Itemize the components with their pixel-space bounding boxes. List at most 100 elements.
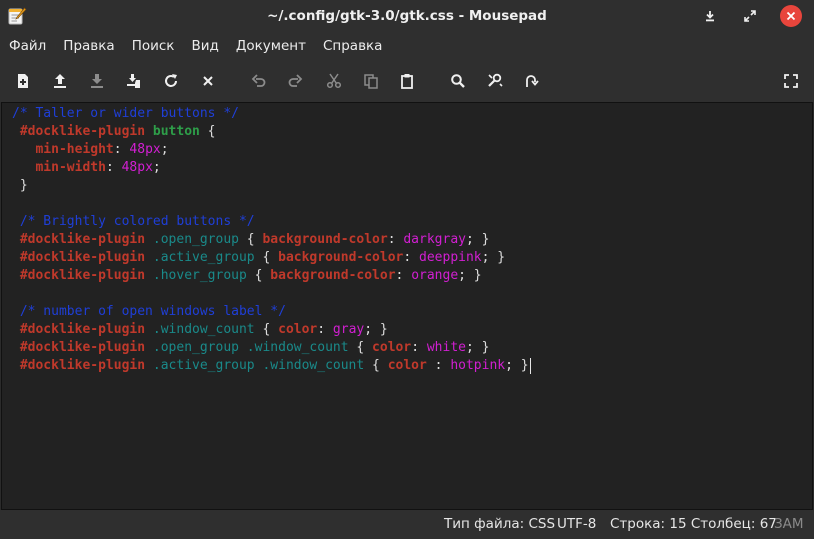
code-token-id: #docklike-plugin (19, 232, 146, 247)
code-token-val: 48px (129, 142, 161, 157)
code-token-punc: ; } (465, 232, 490, 247)
code-token-punc: { (348, 340, 373, 355)
status-insert-mode[interactable]: ЗАМ (774, 510, 804, 539)
search-icon (451, 74, 465, 88)
paste-button[interactable] (397, 71, 417, 91)
code-token-id: #docklike-plugin (19, 250, 146, 265)
code-token-id: #docklike-plugin (19, 268, 146, 283)
code-token-punc (145, 232, 153, 247)
reload-button[interactable] (161, 71, 181, 91)
code-token-punc: ; } (481, 250, 506, 265)
code-token-punc: : (105, 160, 122, 175)
code-line: #docklike-plugin .active_group .window_c… (12, 357, 531, 375)
code-line: /* number of open windows label */ (12, 303, 286, 321)
code-token-id: #docklike-plugin (19, 124, 146, 139)
maximize-button[interactable] (739, 5, 761, 27)
minimize-button[interactable] (699, 5, 721, 27)
code-token-punc: : (387, 232, 404, 247)
new-document-button[interactable] (13, 71, 33, 91)
code-token-punc (12, 358, 20, 373)
title-bar: ~/.config/gtk-3.0/gtk.css - Mousepad (0, 0, 814, 33)
code-line: /* Taller or wider buttons */ (12, 105, 239, 123)
fullscreen-button[interactable] (781, 71, 801, 91)
minimize-icon (706, 11, 714, 22)
status-bar: Тип файла: CSS UTF-8 Строка: 15 Столбец:… (0, 510, 814, 539)
code-token-punc: { (364, 358, 388, 373)
code-token-val: orange (411, 268, 459, 283)
code-token-punc: ; } (458, 268, 482, 283)
menu-view[interactable]: Вид (182, 38, 226, 54)
code-token-punc: ; (160, 142, 169, 157)
code-token-punc: { (199, 124, 216, 139)
toolbar (0, 59, 814, 102)
copy-button[interactable] (361, 71, 381, 91)
cut-button[interactable] (324, 71, 344, 91)
code-token-punc (12, 250, 20, 265)
code-line: #docklike-plugin .open_group .window_cou… (12, 339, 490, 357)
close-document-button[interactable] (198, 71, 218, 91)
text-editor[interactable]: /* Taller or wider buttons */ #docklike-… (1, 102, 813, 510)
menu-help[interactable]: Справка (314, 38, 390, 54)
code-line: } (12, 177, 28, 195)
code-token-val: gray (332, 322, 365, 337)
paste-icon (401, 74, 413, 89)
code-token-punc: ; (152, 160, 161, 175)
code-line: #docklike-plugin .open_group { backgroun… (12, 231, 490, 249)
code-line: #docklike-plugin .window_count { color: … (12, 321, 388, 339)
go-to-line-icon (526, 75, 539, 87)
code-token-punc (145, 358, 153, 373)
menu-edit[interactable]: Правка (54, 38, 122, 54)
copy-icon (364, 74, 378, 89)
save-button[interactable] (87, 71, 107, 91)
code-token-punc (12, 340, 20, 355)
code-token-punc (12, 142, 35, 157)
status-cursor-position: Строка: 15 Столбец: 67 (610, 516, 777, 532)
code-token-prop: color (387, 358, 427, 373)
code-token-punc: : (403, 250, 420, 265)
menu-file[interactable]: Файл (0, 38, 54, 54)
undo-button[interactable] (249, 71, 269, 91)
code-token-punc: { (254, 250, 279, 265)
replace-button[interactable] (485, 71, 505, 91)
maximize-icon (744, 10, 756, 22)
code-token-punc (145, 268, 153, 283)
close-window-button[interactable] (780, 5, 802, 27)
text-cursor (529, 357, 531, 374)
new-document-icon (18, 74, 28, 88)
code-token-prop: background-color (270, 268, 396, 283)
menu-document[interactable]: Документ (227, 38, 314, 54)
status-encoding[interactable]: UTF-8 (557, 510, 596, 539)
code-line: #docklike-plugin .hover_group { backgrou… (12, 267, 482, 285)
menu-bar: Файл Правка Поиск Вид Документ Справка (0, 33, 814, 59)
window-title: ~/.config/gtk-3.0/gtk.css - Mousepad (267, 8, 547, 24)
code-token-punc (145, 250, 153, 265)
code-token-punc: : (317, 322, 333, 337)
go-to-line-button[interactable] (521, 71, 541, 91)
open-file-icon (54, 74, 66, 88)
code-token-punc (12, 322, 20, 337)
code-token-class: .active_group (152, 250, 255, 265)
code-token-punc (12, 232, 20, 247)
code-token-punc (145, 322, 153, 337)
code-token-punc: : (113, 142, 130, 157)
status-filetype[interactable]: Тип файла: CSS (444, 510, 555, 539)
code-line: min-height: 48px; (12, 141, 169, 159)
code-token-punc (145, 124, 153, 139)
code-token-val: 48px (121, 160, 153, 175)
code-line: #docklike-plugin button { (12, 123, 216, 141)
redo-icon (288, 74, 303, 87)
menu-search[interactable]: Поиск (123, 38, 183, 54)
code-token-prop: color (372, 340, 412, 355)
redo-button[interactable] (285, 71, 305, 91)
code-token-punc (12, 124, 20, 139)
open-file-button[interactable] (50, 71, 70, 91)
code-token-prop: background-color (278, 250, 404, 265)
code-token-punc: : (395, 268, 412, 283)
code-token-punc (12, 160, 35, 175)
save-icon (91, 74, 103, 88)
search-button[interactable] (448, 71, 468, 91)
code-token-el: button (152, 124, 200, 139)
code-token-val: deeppink (419, 250, 482, 265)
code-token-punc (12, 268, 20, 283)
save-as-button[interactable] (124, 71, 144, 91)
